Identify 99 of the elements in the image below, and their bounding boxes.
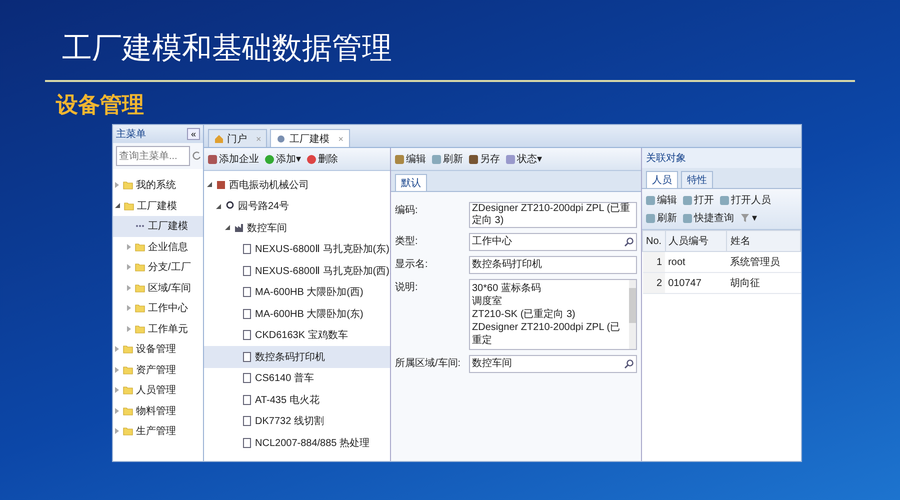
- document-icon: [242, 244, 252, 254]
- document-icon: [242, 438, 252, 448]
- table-cell: 系统管理员: [726, 252, 800, 272]
- folder-icon: [123, 344, 133, 354]
- document-icon: [242, 287, 252, 298]
- tree-item[interactable]: MA-600HB 大隈卧加(东): [204, 303, 390, 324]
- folder-icon: [123, 426, 133, 436]
- tree-item[interactable]: 数控条码打印机: [204, 346, 390, 368]
- sidebar-item[interactable]: 设备管理: [113, 339, 203, 360]
- sidebar-item[interactable]: 分支/工厂: [113, 257, 203, 278]
- table-cell: 胡向征: [726, 272, 800, 294]
- sidebar-item[interactable]: 工厂建模: [113, 216, 203, 236]
- input-field[interactable]: 数控条码打印机: [469, 256, 637, 274]
- table-cell: 010747: [665, 272, 727, 294]
- sidebar-item[interactable]: 工作单元: [113, 318, 203, 339]
- tab[interactable]: 默认: [395, 174, 427, 191]
- column-header: No.: [642, 230, 666, 252]
- tree-item[interactable]: CS6140 普车: [204, 368, 390, 389]
- lookup-field[interactable]: 工作中心: [469, 233, 637, 251]
- tree-item[interactable]: NEXUS-6800Ⅱ 马扎克卧加(东): [204, 238, 390, 260]
- toolbar-button[interactable]: 删除: [307, 152, 338, 166]
- folder-icon: [124, 200, 134, 211]
- panel-title: 关联对象: [646, 152, 686, 165]
- toolbar-button[interactable]: 刷新: [432, 152, 463, 166]
- column-header: 人员编号: [665, 230, 727, 252]
- home-icon: [214, 134, 224, 144]
- tree-item[interactable]: DK7732 线切割: [204, 410, 390, 432]
- toolbar-button[interactable]: 打开: [683, 193, 714, 207]
- table-cell: 2: [642, 272, 666, 294]
- tab-label: 门户: [227, 132, 247, 146]
- tree-item[interactable]: 西电振动机械公司: [204, 174, 390, 196]
- folder-icon: [135, 303, 145, 314]
- tab[interactable]: 人员: [646, 171, 678, 188]
- toolbar-button[interactable]: 状态▾: [506, 152, 542, 166]
- field-label: 类型:: [395, 234, 419, 249]
- tab[interactable]: 特性: [681, 171, 713, 188]
- sidebar-item[interactable]: 人员管理: [113, 380, 203, 400]
- lookup-field[interactable]: 数控车间: [469, 355, 637, 373]
- document-icon: [242, 352, 252, 362]
- sidebar-item[interactable]: 资产管理: [113, 360, 203, 380]
- input-field[interactable]: ZDesigner ZT210-200dpi ZPL (已重定向 3): [469, 202, 637, 228]
- document-icon: [242, 373, 252, 384]
- toolbar-button[interactable]: 编辑: [646, 193, 677, 207]
- toolbar-button[interactable]: 另存: [469, 152, 500, 166]
- sidebar-item[interactable]: 生产管理: [113, 421, 203, 442]
- factory-icon: [234, 222, 244, 233]
- document-icon: [242, 394, 252, 405]
- folder-icon: [123, 364, 133, 375]
- field-label: 所属区域/车间:: [395, 356, 462, 371]
- sidebar-item[interactable]: 工作中心: [113, 298, 203, 318]
- toolbar-button[interactable]: 添加企业: [208, 152, 259, 166]
- sidebar-item[interactable]: 我的系统: [113, 175, 203, 196]
- text-area[interactable]: 30*60 蓝标条码 调度室 ZT210-SK (已重定向 3) ZDesigner ZT210-200dpi ZPL (已重定: [469, 279, 637, 350]
- tree-item[interactable]: NEXUS-6800Ⅱ 马扎克卧加(西): [204, 260, 390, 282]
- refresh-icon[interactable]: [192, 151, 202, 161]
- field-label: 编码:: [395, 204, 419, 218]
- tree-item[interactable]: 园号路24号: [204, 196, 390, 217]
- tree-item[interactable]: NCL2007-884/885 热处理: [204, 432, 390, 454]
- field-label: 显示名:: [395, 258, 429, 272]
- search-icon: [624, 359, 634, 369]
- tree-item[interactable]: MA-600HB 大隈卧加(西): [204, 282, 390, 303]
- toolbar-button[interactable]: 编辑: [395, 152, 426, 166]
- folder-icon: [135, 282, 145, 293]
- slide-subtitle: 设备管理: [56, 92, 145, 120]
- table-cell: 1: [642, 252, 666, 272]
- document-icon: [242, 266, 252, 276]
- tree-item[interactable]: CKD6163K 宝鸡数车: [204, 324, 390, 346]
- toolbar-button[interactable]: 添加▾: [265, 152, 301, 166]
- table-cell: root: [665, 252, 727, 272]
- toolbar-button[interactable]: 快捷查询: [683, 211, 734, 225]
- tree-item[interactable]: AT-435 电火花: [204, 389, 390, 410]
- tab[interactable]: 门户 ×: [208, 129, 268, 147]
- search-field[interactable]: 查询主菜单...: [116, 146, 190, 166]
- column-header: 姓名: [726, 230, 800, 252]
- field-label: 说明:: [395, 281, 419, 295]
- document-icon: [242, 416, 252, 426]
- toolbar-button[interactable]: 打开人员: [720, 193, 771, 207]
- folder-icon: [135, 242, 145, 252]
- folder-icon: [135, 324, 145, 334]
- sidebar-item[interactable]: 物料管理: [113, 400, 203, 421]
- document-icon: [242, 308, 252, 319]
- sidebar-item[interactable]: 企业信息: [113, 236, 203, 257]
- toolbar-button[interactable]: 刷新: [646, 211, 677, 225]
- tree-item[interactable]: 数控车间: [204, 217, 390, 238]
- collapse-button[interactable]: «: [186, 128, 200, 140]
- sidebar-item[interactable]: 工厂建模: [113, 196, 203, 216]
- folder-icon: [135, 262, 145, 272]
- panel-title: 主菜单: [116, 128, 146, 141]
- folder-icon: [123, 180, 133, 190]
- search-icon: [624, 237, 634, 247]
- filter-button[interactable]: ▾: [740, 212, 757, 224]
- tab-label: 工厂建模: [289, 132, 330, 146]
- filter-icon: [740, 213, 750, 223]
- slide-title: 工厂建模和基础数据管理: [62, 30, 393, 68]
- folder-icon: [123, 385, 133, 396]
- tab[interactable]: 工厂建模 ×: [270, 129, 350, 147]
- sidebar-item[interactable]: 区域/车间: [113, 278, 203, 298]
- folder-icon: [123, 406, 133, 416]
- document-icon: [242, 330, 252, 340]
